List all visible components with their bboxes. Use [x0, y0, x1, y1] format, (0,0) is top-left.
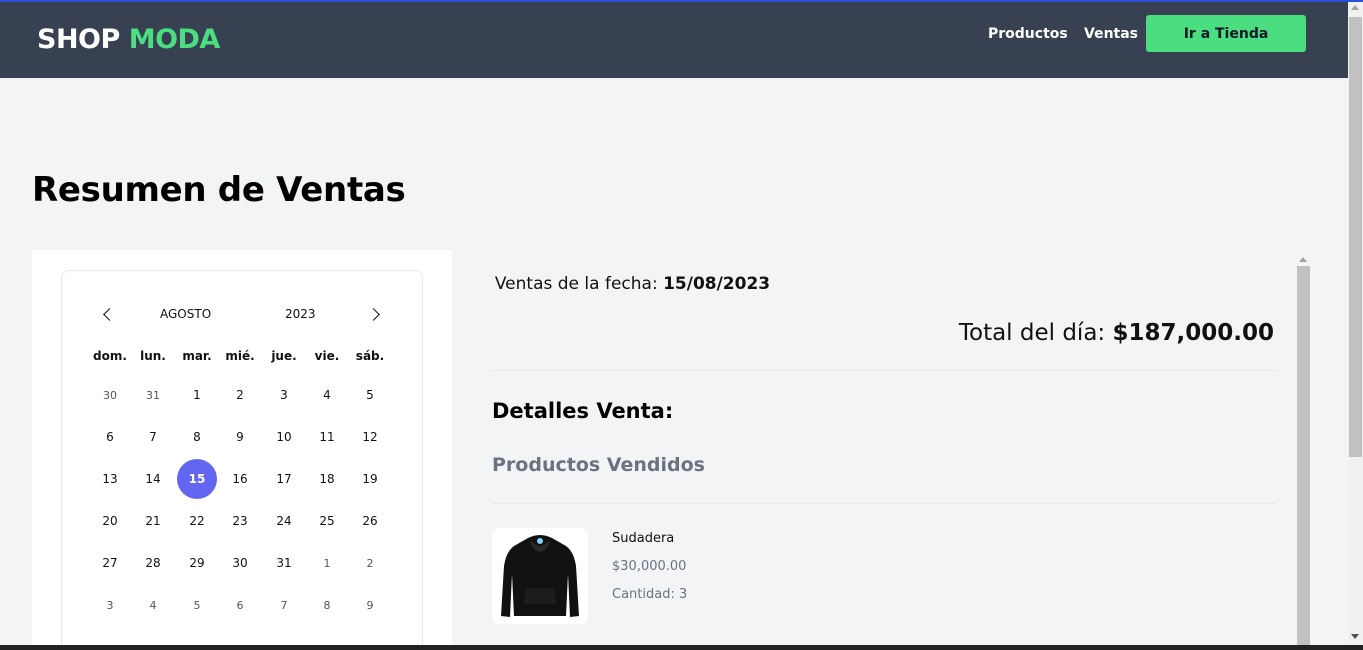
calendar-day[interactable]: 5 — [350, 375, 390, 415]
calendar-day[interactable]: 30 — [90, 375, 130, 415]
detail-scroll-up-icon[interactable] — [1299, 257, 1307, 262]
day-total: Total del día: $187,000.00 — [700, 320, 1274, 346]
weekday-header: vie. — [314, 349, 340, 363]
calendar-day[interactable]: 12 — [350, 417, 390, 457]
weekday-header: mié. — [225, 349, 255, 363]
calendar-day[interactable]: 5 — [177, 585, 217, 625]
detail-scrollbar-thumb[interactable] — [1297, 266, 1310, 650]
calendar-day[interactable]: 1 — [177, 375, 217, 415]
calendar-month[interactable]: AGOSTO — [160, 307, 211, 321]
calendar-day[interactable]: 4 — [307, 375, 347, 415]
calendar-year[interactable]: 2023 — [285, 307, 316, 321]
calendar-day[interactable]: 29 — [177, 543, 217, 583]
calendar-day[interactable]: 19 — [350, 459, 390, 499]
weekday-header: jue. — [271, 349, 297, 363]
calendar-day[interactable]: 6 — [90, 417, 130, 457]
day-total-label: Total del día: — [958, 320, 1106, 346]
calendar-day[interactable]: 3 — [90, 585, 130, 625]
navbar: SHOP MODA Productos Ventas Ir a Tienda — [0, 2, 1348, 78]
scroll-up-arrow-icon[interactable] — [1351, 5, 1359, 10]
calendar-day[interactable]: 14 — [133, 459, 173, 499]
calendar-day[interactable]: 23 — [220, 501, 260, 541]
divider — [492, 370, 1276, 371]
weekday-header: lun. — [140, 349, 166, 363]
calendar-day[interactable]: 30 — [220, 543, 260, 583]
nav-link-ventas[interactable]: Ventas — [1084, 26, 1138, 42]
calendar-day[interactable]: 21 — [133, 501, 173, 541]
calendar-day[interactable]: 7 — [264, 585, 304, 625]
calendar-day[interactable]: 17 — [264, 459, 304, 499]
day-total-value: $187,000.00 — [1112, 320, 1274, 346]
page-scrollbar-thumb[interactable] — [1349, 17, 1362, 457]
weekday-header: dom. — [93, 349, 127, 363]
calendar-prev-button[interactable] — [98, 305, 118, 325]
logo-part-shop: SHOP — [37, 24, 120, 55]
calendar-day[interactable]: 8 — [177, 417, 217, 457]
calendar: AGOSTO 2023 dom. lun. mar. mié. jue. vie. sáb.… — [61, 270, 423, 650]
calendar-day[interactable]: 31 — [264, 543, 304, 583]
calendar-day[interactable]: 27 — [90, 543, 130, 583]
calendar-day[interactable]: 9 — [220, 417, 260, 457]
taskbar-edge — [0, 645, 1363, 650]
product-name: Sudadera — [612, 531, 675, 546]
weekday-header: sáb. — [355, 349, 385, 363]
calendar-day[interactable]: 31 — [133, 375, 173, 415]
calendar-day[interactable]: 22 — [177, 501, 217, 541]
calendar-day[interactable]: 24 — [264, 501, 304, 541]
calendar-day[interactable]: 3 — [264, 375, 304, 415]
product-image — [492, 528, 588, 624]
page-scrollbar[interactable] — [1348, 2, 1363, 645]
calendar-day[interactable]: 13 — [90, 459, 130, 499]
calendar-day[interactable]: 7 — [133, 417, 173, 457]
logo-part-moda: MODA — [128, 24, 221, 55]
calendar-day[interactable]: 9 — [350, 585, 390, 625]
calendar-day[interactable]: 20 — [90, 501, 130, 541]
chevron-right-icon — [367, 308, 380, 321]
scroll-down-arrow-icon[interactable] — [1351, 634, 1359, 639]
calendar-panel: AGOSTO 2023 dom. lun. mar. mié. jue. vie. sáb.… — [32, 250, 452, 650]
calendar-day[interactable]: 4 — [133, 585, 173, 625]
logo[interactable]: SHOP MODA — [37, 24, 220, 55]
calendar-day[interactable]: 10 — [264, 417, 304, 457]
weekday-header: mar. — [182, 349, 212, 363]
calendar-day[interactable]: 26 — [350, 501, 390, 541]
details-title: Detalles Venta: — [492, 399, 674, 423]
calendar-day[interactable]: 11 — [307, 417, 347, 457]
sales-date: Ventas de la fecha: 15/08/2023 — [0, 274, 1265, 294]
calendar-day[interactable]: 8 — [307, 585, 347, 625]
calendar-day-selected[interactable]: 15 — [177, 459, 217, 499]
sales-date-value: 15/08/2023 — [663, 274, 771, 294]
detail-scrollbar[interactable] — [1297, 252, 1310, 650]
calendar-day[interactable]: 6 — [220, 585, 260, 625]
page-title: Resumen de Ventas — [32, 170, 406, 210]
calendar-day[interactable]: 2 — [220, 375, 260, 415]
calendar-day[interactable]: 18 — [307, 459, 347, 499]
calendar-day[interactable]: 25 — [307, 501, 347, 541]
calendar-next-button[interactable] — [366, 305, 386, 325]
product-quantity: Cantidad: 3 — [612, 587, 688, 602]
chevron-left-icon — [103, 308, 116, 321]
divider — [492, 503, 1276, 504]
sales-date-label: Ventas de la fecha: — [494, 274, 658, 294]
products-sold-subtitle: Productos Vendidos — [492, 454, 705, 476]
calendar-day[interactable]: 16 — [220, 459, 260, 499]
calendar-day[interactable]: 2 — [350, 543, 390, 583]
calendar-day[interactable]: 1 — [307, 543, 347, 583]
go-to-store-button[interactable]: Ir a Tienda — [1146, 15, 1306, 52]
calendar-day[interactable]: 28 — [133, 543, 173, 583]
product-price: $30,000.00 — [612, 559, 687, 574]
nav-link-productos[interactable]: Productos — [988, 26, 1068, 42]
hoodie-icon — [501, 535, 579, 617]
